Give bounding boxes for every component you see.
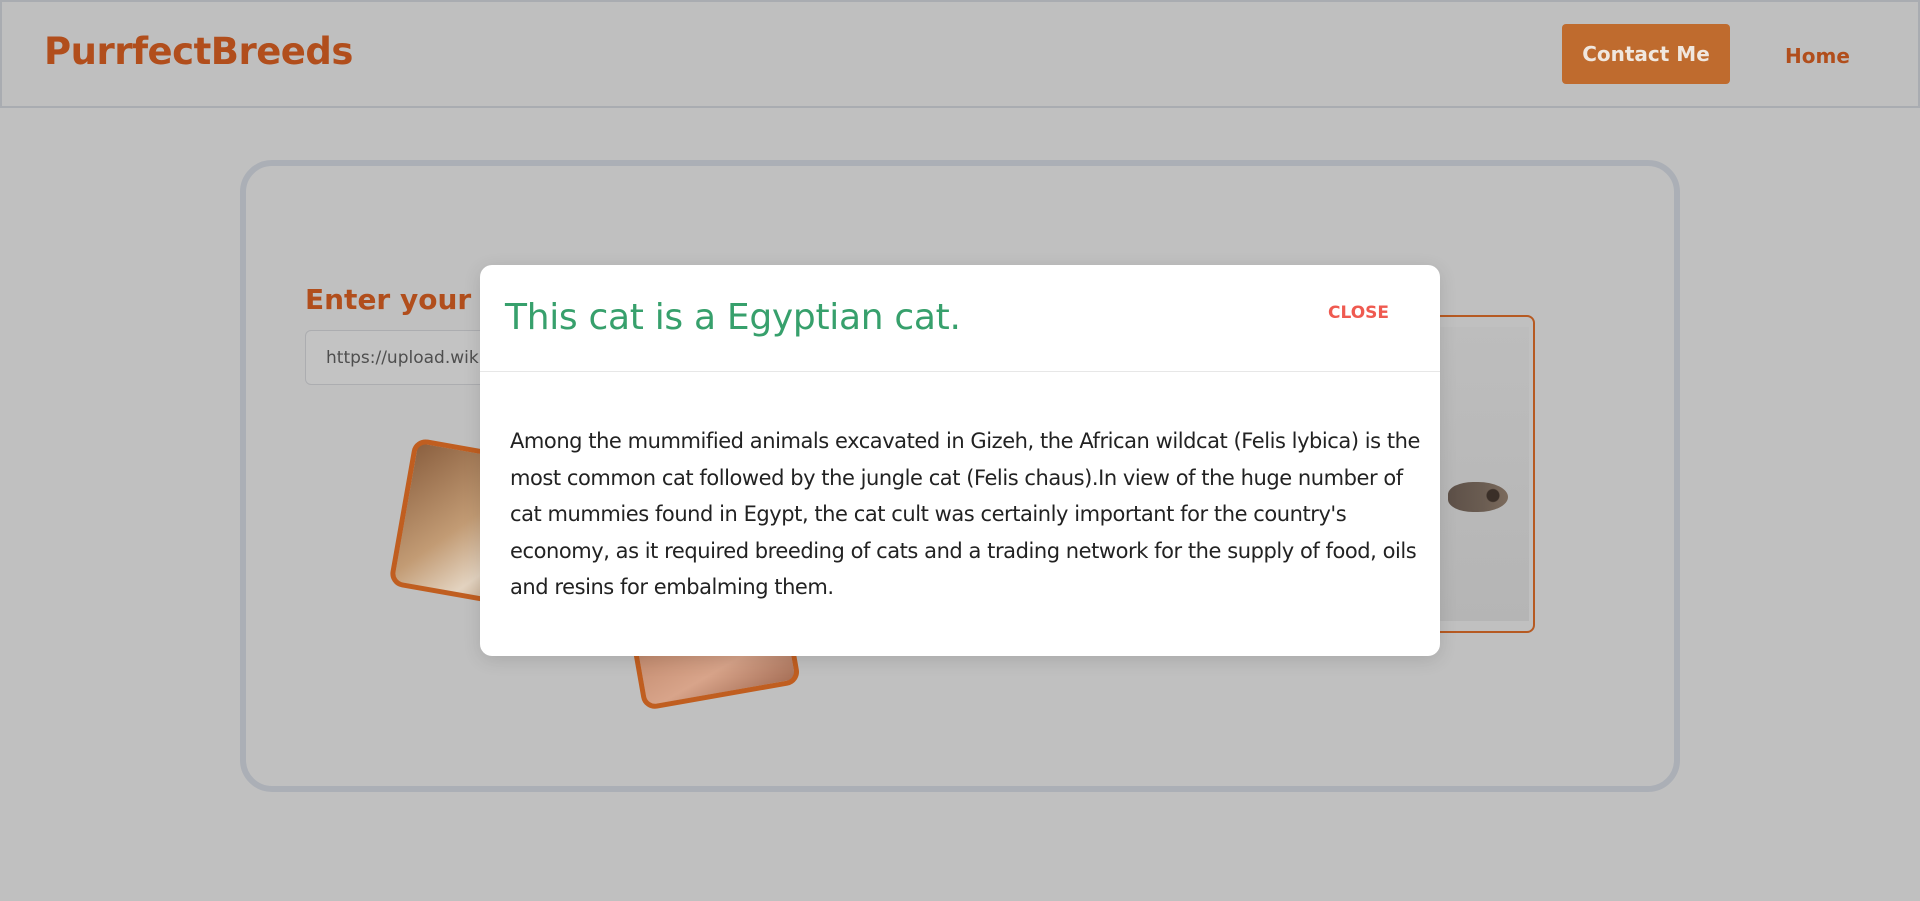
modal-title: This cat is a Egyptian cat.	[505, 297, 961, 338]
modal-header: This cat is a Egyptian cat. CLOSE	[480, 265, 1440, 372]
contact-me-button[interactable]: Contact Me	[1562, 24, 1730, 84]
close-button[interactable]: CLOSE	[1328, 303, 1389, 323]
nav-home-link[interactable]: Home	[1785, 44, 1850, 68]
site-header: PurrfectBreeds Contact Me Home	[0, 0, 1920, 108]
cat-paw-image	[1448, 482, 1508, 512]
brand-logo[interactable]: PurrfectBreeds	[44, 30, 353, 73]
result-modal: This cat is a Egyptian cat. CLOSE Among …	[480, 265, 1440, 656]
breed-description: Among the mummified animals excavated in…	[510, 429, 1421, 599]
